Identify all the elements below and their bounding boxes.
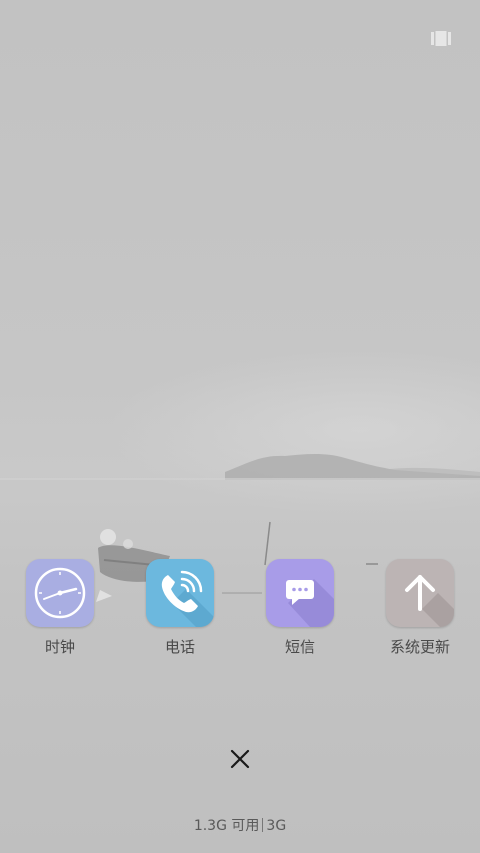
memory-available: 1.3G 可用	[193, 818, 260, 834]
recent-app-system-update[interactable]: 系统更新	[360, 559, 480, 659]
memory-status: 1.3G 可用 3G	[0, 815, 480, 835]
memory-total: 3G	[266, 818, 287, 834]
clear-all-close-icon[interactable]	[228, 747, 252, 771]
upload-arrow-icon	[386, 559, 454, 627]
app-label: 时钟	[44, 638, 75, 656]
app-label: 电话	[164, 638, 195, 656]
app-label: 系统更新	[389, 638, 450, 656]
memory-divider	[262, 818, 264, 832]
recent-app-clock[interactable]: 时钟	[0, 559, 120, 659]
clock-icon	[26, 559, 94, 627]
wallpaper	[0, 0, 480, 853]
message-icon	[266, 559, 334, 627]
recent-app-phone[interactable]: 电话	[120, 559, 240, 659]
recents-grid-icon[interactable]	[431, 31, 451, 46]
phone-icon	[146, 559, 214, 627]
app-label: 短信	[284, 638, 315, 656]
recent-app-messages[interactable]: 短信	[240, 559, 360, 659]
